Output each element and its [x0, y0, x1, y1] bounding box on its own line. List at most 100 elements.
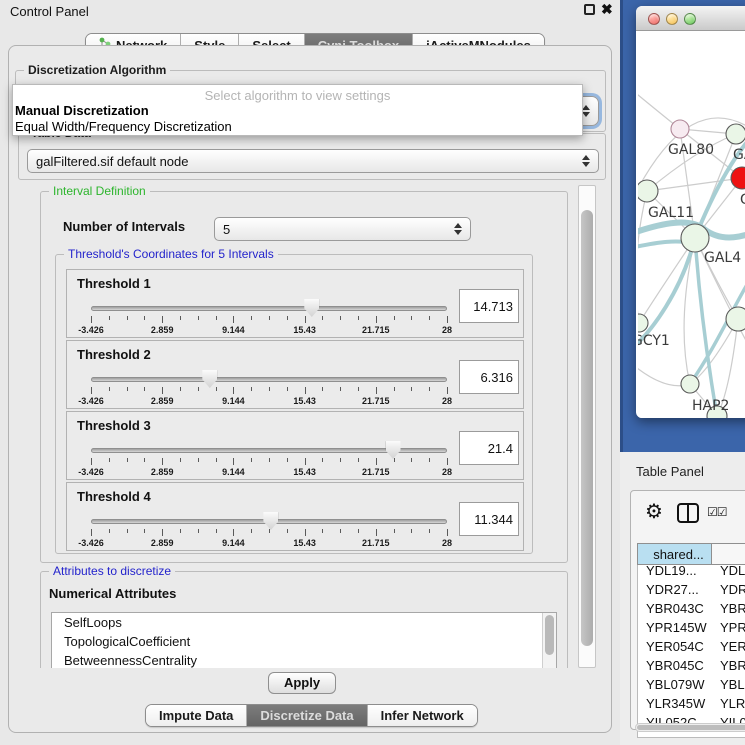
- tick-label: 21.715: [362, 467, 390, 477]
- table-cell[interactable]: YER054C: [638, 638, 712, 657]
- table-cell[interactable]: YLR345W: [638, 695, 712, 714]
- network-node-gcy1[interactable]: [638, 314, 648, 332]
- threshold-label: Threshold 3: [77, 418, 151, 433]
- table-data-combobox[interactable]: galFiltered.sif default node: [27, 149, 599, 173]
- columns-icon[interactable]: [677, 503, 699, 523]
- table-header-row[interactable]: shared...na: [637, 543, 745, 562]
- table-row[interactable]: YBL079WYBL0: [638, 676, 745, 695]
- threshold-label: Threshold 4: [77, 489, 151, 504]
- table-row[interactable]: YER054CYER0: [638, 638, 745, 657]
- scrollbar-thumb[interactable]: [581, 210, 593, 646]
- combo-arrows-icon: [454, 223, 462, 235]
- node-label-gal80: GAL80: [668, 142, 714, 158]
- threshold-value-field[interactable]: 21.4: [459, 431, 519, 465]
- numerical-attributes-label: Numerical Attributes: [49, 586, 176, 601]
- list-scrollbar[interactable]: [542, 613, 556, 668]
- tick-label: 9.144: [222, 538, 245, 548]
- attribute-item-topologicalcoefficient[interactable]: TopologicalCoefficient: [52, 632, 556, 651]
- network-node-gal4[interactable]: [681, 224, 709, 252]
- table-row[interactable]: YLR345WYLR3: [638, 695, 745, 714]
- attribute-item-selfloops[interactable]: SelfLoops: [52, 613, 556, 632]
- close-icon[interactable]: ✖: [601, 1, 613, 18]
- tick-label: 28: [442, 325, 452, 335]
- threshold-slider-thumb[interactable]: [386, 441, 401, 459]
- slider-ticks: [91, 387, 447, 395]
- network-canvas[interactable]: GAL80GAGGAL11GAL4GCY1HHAP2: [638, 32, 745, 418]
- algorithm-hint: Select algorithm to view settings: [13, 88, 582, 103]
- tab-infer-network[interactable]: Infer Network: [368, 705, 477, 726]
- table-row[interactable]: YPR145WYPR1: [638, 619, 745, 638]
- settings-scrollbar[interactable]: [578, 185, 596, 668]
- thresholds-group: Threshold's Coordinates for 5 Intervals …: [55, 254, 533, 554]
- combo-arrows-icon: [582, 155, 590, 167]
- threshold-value-field[interactable]: 14.713: [459, 289, 519, 323]
- table-cell[interactable]: YBR043C: [638, 600, 712, 619]
- tab-impute-data-label: Impute Data: [159, 708, 233, 723]
- gear-icon[interactable]: ⚙: [645, 499, 663, 524]
- slider-tick-labels: -3.4262.8599.14415.4321.71528: [91, 325, 447, 336]
- table-cell[interactable]: YDR27...: [638, 581, 712, 600]
- network-node-gal80[interactable]: [671, 120, 689, 138]
- tab-discretize-data[interactable]: Discretize Data: [247, 705, 367, 726]
- tick-label: -3.426: [78, 396, 104, 406]
- threshold-slider-track[interactable]: [91, 306, 447, 311]
- table-toolbar: ⚙ ☑☑: [631, 491, 745, 535]
- table-row[interactable]: YBR045CYBR0: [638, 657, 745, 676]
- table-cell[interactable]: YBL079W: [638, 676, 712, 695]
- threshold-slider-thumb[interactable]: [202, 370, 217, 388]
- threshold-slider-track[interactable]: [91, 377, 447, 382]
- table-cell[interactable]: YPR145W: [638, 619, 712, 638]
- node-label-gcy1: GCY1: [638, 333, 670, 349]
- table-cell[interactable]: YBR045C: [638, 657, 712, 676]
- network-view-window: GAL80GAGGAL11GAL4GCY1HHAP2: [636, 6, 745, 418]
- minimize-traffic-light[interactable]: [666, 13, 678, 25]
- algorithm-option-manual-discretization[interactable]: Manual Discretization: [13, 103, 582, 119]
- table-cell[interactable]: YDL19...: [638, 562, 712, 581]
- hscrollbar-thumb[interactable]: [637, 725, 745, 730]
- table-cell[interactable]: YDR2: [712, 581, 745, 600]
- table-cell[interactable]: YER0: [712, 638, 745, 657]
- table-cell[interactable]: YBL0: [712, 676, 745, 695]
- tick-label: 2.859: [151, 396, 174, 406]
- combo-arrows-icon: [582, 105, 590, 117]
- table-cell[interactable]: YPR1: [712, 619, 745, 638]
- network-node-gal11[interactable]: [638, 180, 658, 202]
- table-cell[interactable]: YBR0: [712, 600, 745, 619]
- network-node-hap2[interactable]: [681, 375, 699, 393]
- table-panel-inner: ⚙ ☑☑ shared...na YDL19...YDL1YDR27...YDR…: [630, 490, 745, 730]
- table-row[interactable]: YDL19...YDL1: [638, 562, 745, 581]
- zoom-traffic-light[interactable]: [684, 13, 696, 25]
- attribute-item-betweennesscentrality[interactable]: BetweennessCentrality: [52, 651, 556, 668]
- table-row[interactable]: YBR043CYBR0: [638, 600, 745, 619]
- network-window-titlebar[interactable]: [636, 6, 745, 31]
- table-hscrollbar[interactable]: [635, 723, 745, 732]
- network-node-h[interactable]: [726, 307, 745, 331]
- threshold-panel: Threshold 3 -3.4262.8599.14415.4321.7152…: [66, 411, 524, 480]
- table-cell[interactable]: YBR0: [712, 657, 745, 676]
- node-label-gal4: GAL4: [704, 250, 741, 266]
- tick-label: 15.43: [293, 396, 316, 406]
- threshold-value-field[interactable]: 11.344: [459, 502, 519, 536]
- node-label-hap2: HAP2: [692, 398, 729, 414]
- table-cell[interactable]: YLR3: [712, 695, 745, 714]
- network-node-ga[interactable]: [726, 124, 745, 144]
- float-window-icon[interactable]: [584, 4, 595, 15]
- select-columns-checkboxes-icon[interactable]: ☑☑: [707, 505, 727, 519]
- apply-button[interactable]: Apply: [268, 672, 336, 694]
- threshold-slider-thumb[interactable]: [304, 299, 319, 317]
- threshold-value-field[interactable]: 6.316: [459, 360, 519, 394]
- tab-impute-data[interactable]: Impute Data: [146, 705, 247, 726]
- table-cell[interactable]: YDL1: [712, 562, 745, 581]
- node-table[interactable]: shared...na YDL19...YDL1YDR27...YDR2YBR0…: [637, 543, 745, 738]
- tick-label: 15.43: [293, 467, 316, 477]
- number-of-intervals-combobox[interactable]: 5: [214, 217, 471, 241]
- slider-ticks: [91, 529, 447, 537]
- interval-definition-group: Interval Definition Number of Intervals …: [40, 191, 568, 563]
- table-panel: Table Panel ⚙ ☑☑ shared...na YDL19...YDL…: [620, 452, 745, 745]
- threshold-slider-thumb[interactable]: [263, 512, 278, 530]
- network-desktop: GAL80GAGGAL11GAL4GCY1HHAP2: [620, 0, 745, 452]
- numerical-attributes-list[interactable]: SelfLoopsTopologicalCoefficientBetweenne…: [51, 612, 557, 668]
- table-row[interactable]: YDR27...YDR2: [638, 581, 745, 600]
- close-traffic-light[interactable]: [648, 13, 660, 25]
- algorithm-option-equal-width-frequency-discretization[interactable]: Equal Width/Frequency Discretization: [13, 119, 582, 135]
